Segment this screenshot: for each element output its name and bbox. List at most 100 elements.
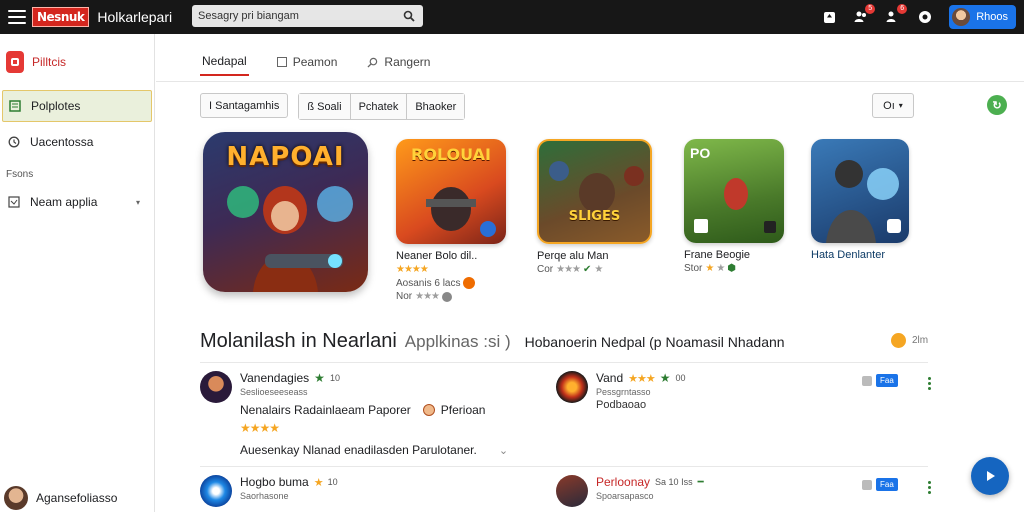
star-icon: ★★★★ [396, 264, 429, 275]
reviewer-name: Vanendagies [240, 371, 310, 385]
review-text-row: Nenalairs Radainlaeam Paporer Pferioan [240, 403, 508, 417]
game-card[interactable]: ROLOUAI Neaner Bolo dil.. ★★★★ Aosanis 6… [396, 139, 506, 302]
game-sub: Stor ★ ★ ⬢ [684, 263, 784, 274]
game-sub-label: Nor [396, 291, 413, 302]
user-avatar [4, 486, 28, 510]
game-sub-label: Aosanis 6 lacs [396, 277, 461, 289]
section-subtitle: Applkinas :si ) [404, 332, 511, 351]
reviewer-row: Hogbo buma ★ 10 [240, 475, 338, 489]
game-thumbnail: SLIGES [537, 139, 652, 244]
sidebar: Pilltcis Polplotes Uacentossa Fsons Neam… [0, 34, 155, 512]
game-card[interactable]: Hata Denlanter [811, 139, 909, 261]
sidebar-item-label: Polplotes [31, 99, 81, 113]
game-sub: Aosanis 6 lacs [396, 277, 506, 289]
install-button[interactable]: Faa [862, 478, 898, 491]
filter-chip-santagamhis[interactable]: I Santagamhis [200, 93, 289, 118]
search-bar[interactable] [192, 5, 423, 27]
sidebar-item-polplotes[interactable]: Polplotes [2, 90, 152, 122]
square-icon [862, 375, 872, 386]
section-extra: Hobanoerin Nedpal (p Noamasil Nhadann [524, 334, 785, 350]
review-count: Sa 10 Iss [655, 477, 693, 487]
review-item[interactable]: Hogbo buma ★ 10 Saorhasone [200, 475, 338, 507]
section-title: Molanilash in Nearlani Applkinas :si ) H… [200, 330, 785, 353]
play-icon [987, 471, 995, 481]
check-icon [442, 291, 453, 302]
filter-chip-bhaoker[interactable]: Bhaoker [407, 94, 465, 119]
review-count: 10 [327, 477, 338, 487]
star-icon: ★ [705, 263, 714, 274]
install-label: Faa [876, 478, 898, 491]
game-card[interactable]: SLIGES Perqe alu Man Cor ★★★ ✔ ★ [537, 139, 652, 275]
chevron-down-icon[interactable]: ▾ [136, 198, 140, 207]
notifications-icon[interactable]: 6 [885, 4, 908, 25]
emoji-icon [422, 404, 435, 416]
user-name: Agansefoliasso [36, 491, 118, 505]
review-body: Vand ★★★ ★ 00 Pessgrntasso Podbaoao [596, 371, 686, 411]
review-text: Podbaoao [596, 399, 647, 411]
review-count: 00 [675, 373, 686, 383]
upload-icon[interactable] [821, 9, 837, 25]
review-tag: Pferioan [440, 403, 486, 417]
review-meta: Saorhasone [240, 491, 289, 501]
square-icon [862, 479, 872, 490]
menu-icon[interactable] [8, 10, 26, 24]
section-badge[interactable]: 2lm [891, 333, 928, 348]
green-star-icon: ★ [659, 371, 671, 385]
app-logo[interactable]: Nesnuk [32, 7, 90, 27]
reviewer-name: Vand [596, 371, 624, 385]
app-title: Holkarlepari [97, 9, 173, 25]
reviewer-name: Perloonay [596, 475, 651, 489]
chevron-down-icon: ▾ [898, 101, 903, 110]
history-icon [8, 136, 20, 148]
more-options-icon[interactable] [928, 377, 931, 390]
refresh-icon[interactable]: ↻ [987, 95, 1007, 115]
review-count: 10 [329, 373, 340, 383]
account-button[interactable]: Rhoos [949, 5, 1016, 29]
review-meta: Pessgrntasso [596, 387, 651, 397]
reviewer-row: Vanendagies ★ 10 [240, 371, 508, 385]
sidebar-item-uacentossa[interactable]: Uacentossa [2, 126, 152, 158]
sidebar-user[interactable]: Agansefoliasso [4, 484, 117, 512]
game-thumbnail: ROLOUAI [396, 139, 506, 244]
search-icon[interactable] [401, 8, 417, 24]
filter-chip-soali[interactable]: ß Soali [299, 94, 351, 119]
game-card[interactable]: PO Frane Beogie Stor ★ ★ ⬢ [684, 139, 784, 274]
tab-bar: Nedapal Peamon Rangern [200, 48, 432, 82]
star-icon: ★ [313, 476, 324, 489]
game-sub-label: Stor [684, 263, 703, 274]
friends-icon[interactable]: 5 [853, 4, 876, 25]
sidebar-item-label: Neam applia [30, 195, 98, 209]
review-text2-row: Auesenkay Nlanad enadilasden Parulotaner… [240, 443, 508, 457]
sidebar-item-neam-applia[interactable]: Neam applia ▾ [2, 186, 152, 218]
filter-group: ß Soali Pchatek Bhaoker [298, 93, 466, 120]
more-options-icon[interactable] [928, 481, 931, 494]
install-button[interactable]: Faa [862, 374, 898, 387]
game-sub-label: Cor [537, 264, 554, 275]
star-icon: ★★★ [415, 291, 440, 302]
review-item[interactable]: Vand ★★★ ★ 00 Pessgrntasso Podbaoao [556, 371, 686, 411]
checkbox-icon [8, 196, 20, 208]
sort-dropdown[interactable]: Oı ▾ [872, 93, 914, 118]
play-button[interactable] [971, 457, 1009, 495]
square-icon [276, 57, 287, 67]
green-badge-icon: ⬢ [727, 263, 737, 274]
star-icon: ★ [716, 263, 725, 274]
settings-icon[interactable] [917, 9, 933, 25]
section-divider [200, 362, 928, 363]
star-icon: ★★★ [628, 372, 656, 385]
green-check-icon: ✔ [583, 264, 592, 275]
tab-peamon[interactable]: Peamon [275, 48, 340, 76]
featured-game-card[interactable]: NAPOAI [203, 132, 368, 292]
sidebar-brand[interactable]: Pilltcis [0, 34, 154, 90]
sidebar-section-label: Fsons [6, 169, 34, 180]
review-item[interactable]: Vanendagies ★ 10 Seslioeseeseass Nenalairs… [200, 371, 508, 457]
account-label: Rhoos [976, 11, 1008, 23]
tab-label: Nedapal [202, 54, 247, 68]
chevron-down-icon[interactable]: ⌄ [499, 444, 508, 457]
search-input[interactable] [198, 10, 401, 22]
tab-rangern[interactable]: Rangern [365, 48, 432, 76]
review-item[interactable]: Perloonay Sa 10 Iss ━ Spoarsapasco [556, 475, 704, 507]
review-body: Perloonay Sa 10 Iss ━ Spoarsapasco [596, 475, 704, 507]
tab-nedapal[interactable]: Nedapal [200, 48, 249, 76]
filter-chip-pchatek[interactable]: Pchatek [350, 94, 408, 119]
